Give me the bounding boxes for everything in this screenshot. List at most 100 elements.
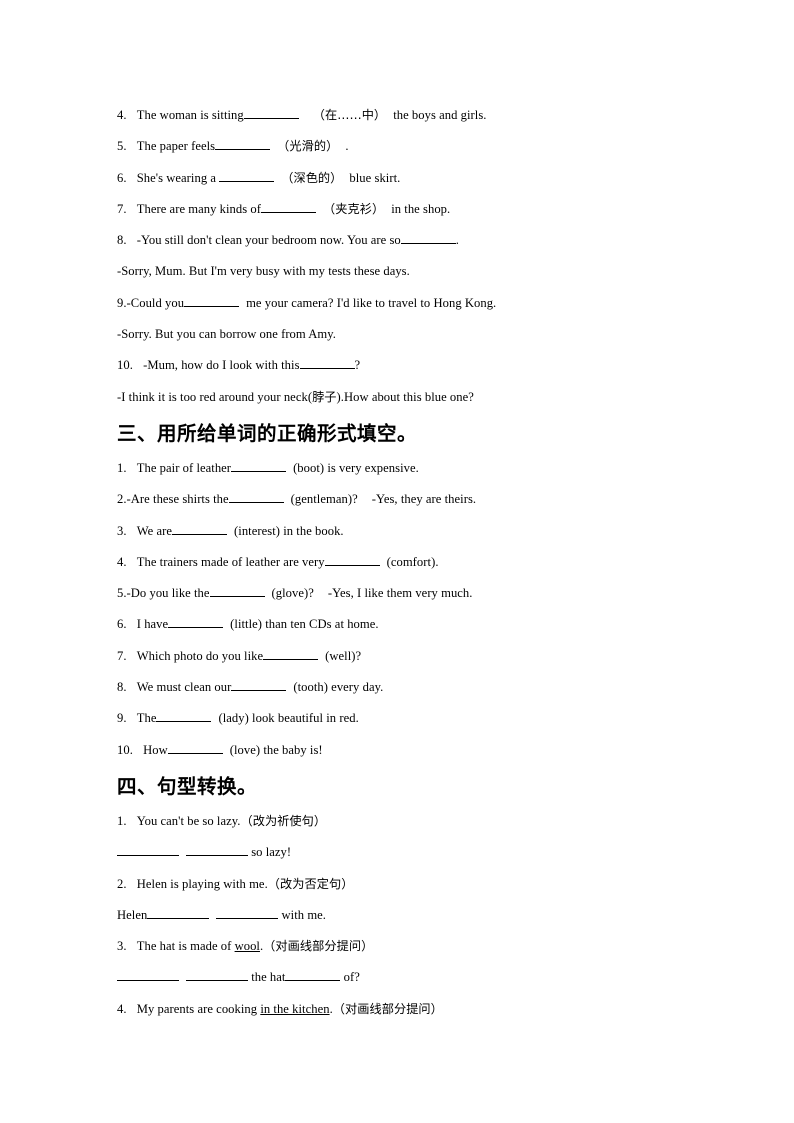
fill-blank[interactable] [168, 616, 224, 629]
fill-blank[interactable] [186, 969, 248, 982]
answer-tail: with me. [278, 907, 326, 922]
exercise-item: 7. Which photo do you like (well)? [117, 641, 677, 672]
item-text-pre: -Mum, how do I look with this [143, 358, 300, 373]
item-gloss: （深色的） [281, 170, 343, 185]
item-text-post: the boys and girls. [393, 108, 487, 122]
item-text-pre: She's wearing a [136, 170, 220, 185]
item-text-pre: We are [136, 523, 173, 538]
section-heading-three: 三、用所给单词的正确形式填空。 [117, 415, 677, 453]
item-text-pre: The [136, 711, 157, 726]
answer-lead: Helen [117, 907, 148, 922]
answer-end: of? [340, 970, 360, 985]
item-text-post: (boot) is very expensive. [293, 460, 419, 475]
item-text-pre: I have [136, 617, 169, 632]
section-heading-four: 四、句型转换。 [117, 768, 677, 806]
fill-blank[interactable] [184, 295, 240, 307]
item-text-post: (well)? [325, 648, 362, 663]
fill-blank[interactable] [147, 907, 210, 919]
item-gloss: （夹克衫） [323, 201, 385, 216]
item-text-pre: The woman is sitting [136, 108, 244, 122]
exercise-item: 10. -Mum, how do I look with this? [117, 350, 677, 381]
exercise-item: 4. The woman is sitting （在……中） the boys an… [117, 100, 677, 131]
item-text-pre: -Do you like the [126, 586, 210, 601]
fill-blank[interactable] [299, 357, 355, 370]
exercise-item: 4. The trainers made of leather are very… [117, 547, 677, 578]
worksheet-content: 4. The woman is sitting （在……中） the boys an… [117, 100, 677, 1025]
underlined-focus: in the kitchen [260, 1001, 330, 1016]
exercise-item: 8. We must clean our (tooth) every day. [117, 672, 677, 703]
reply-gloss: 脖子 [312, 389, 337, 404]
fill-blank[interactable] [263, 648, 319, 660]
item-text-pre: We must clean our [136, 680, 232, 695]
item-number: 5. [117, 139, 127, 154]
item-number: 3. [117, 523, 127, 538]
item-instruction: （对画线部分提问） [332, 1001, 443, 1016]
fill-blank[interactable] [228, 491, 284, 504]
answer-line: Helen with me. [117, 900, 677, 931]
fill-blank[interactable] [117, 969, 179, 982]
fill-blank[interactable] [186, 844, 248, 857]
exercise-item: 9.-Could you me your camera? I'd like to … [117, 288, 677, 319]
item-text-post: blue skirt. [349, 170, 401, 185]
exercise-item: 6. I have (little) than ten CDs at home. [117, 609, 677, 640]
item-text-tail: -Yes, I like them very much. [327, 586, 473, 601]
exercise-item: 1. You can't be so lazy.（改为祈使句） [117, 806, 677, 837]
item-number: 4. [117, 1001, 127, 1016]
item-number: 4. [117, 554, 127, 569]
fill-blank[interactable] [172, 522, 228, 535]
item-text-post: ? [354, 358, 361, 373]
fill-blank[interactable] [219, 170, 275, 182]
dialogue-reply: -Sorry, Mum. But I'm very busy with my t… [117, 264, 410, 279]
answer-tail: the hat [248, 970, 286, 985]
underlined-focus: wool [234, 939, 260, 954]
fill-blank[interactable] [231, 679, 287, 692]
exercise-item: 5. The paper feels （光滑的）. [117, 131, 677, 162]
item-number: 10. [117, 358, 133, 373]
exercise-item: 5.-Do you like the (glove)? -Yes, I like t… [117, 578, 677, 609]
item-number: 1. [117, 460, 127, 475]
dialogue-reply: -I think it is too red around your neck(… [117, 382, 677, 413]
item-number: 1. [117, 813, 127, 828]
fill-blank[interactable] [231, 460, 287, 472]
item-text-pre: -Are these shirts the [126, 492, 229, 507]
fill-blank[interactable] [117, 844, 179, 857]
item-text-pre: How [143, 742, 168, 757]
fill-blank[interactable] [243, 107, 299, 119]
item-number: 10. [117, 742, 133, 757]
answer-tail: so lazy! [248, 845, 292, 860]
item-text-post: (interest) in the book. [234, 523, 344, 538]
item-text-pre: -You still don't clean your bedroom now.… [136, 233, 401, 248]
fill-blank[interactable] [261, 201, 316, 213]
answer-line: so lazy! [117, 837, 677, 868]
item-number: 7. [117, 201, 127, 216]
fill-blank[interactable] [285, 969, 341, 982]
item-text-post: in the shop. [391, 201, 451, 216]
answer-line: the hat of? [117, 962, 677, 993]
fill-blank[interactable] [215, 138, 271, 151]
exercise-item: 2.-Are these shirts the (gentleman)? -Yes,… [117, 484, 677, 515]
fill-blank[interactable] [167, 742, 223, 754]
fill-blank[interactable] [209, 585, 265, 598]
item-prompt: Helen is playing with me. [136, 876, 268, 891]
item-text-tail: -Yes, they are theirs. [371, 492, 477, 507]
fill-blank[interactable] [324, 554, 380, 566]
item-prompt: The hat is made of [136, 939, 235, 954]
item-text-post: (comfort). [386, 554, 439, 569]
item-gloss: （在……中） [312, 108, 387, 122]
exercise-item: 3. We are (interest) in the book. [117, 516, 677, 547]
dialogue-reply: -Sorry. But you can borrow one from Amy. [117, 327, 336, 342]
fill-blank[interactable] [216, 907, 279, 919]
item-gloss: （光滑的） [277, 139, 339, 154]
fill-blank[interactable] [156, 710, 212, 723]
item-text-pre: Which photo do you like [136, 648, 264, 663]
item-text-pre: The trainers made of leather are very [136, 554, 325, 569]
item-text-pre: The paper feels [136, 139, 216, 154]
item-text-post: (love) the baby is! [229, 742, 323, 757]
item-number: 3. [117, 939, 127, 954]
item-number: 8. [117, 680, 127, 695]
item-number: 5. [117, 586, 127, 601]
fill-blank[interactable] [400, 232, 456, 245]
exercise-item: 4. My parents are cooking in the kitchen… [117, 994, 677, 1025]
item-text-post: (gentleman)? [290, 492, 358, 507]
reply-text-a: -I think it is too red around your neck( [117, 389, 313, 404]
